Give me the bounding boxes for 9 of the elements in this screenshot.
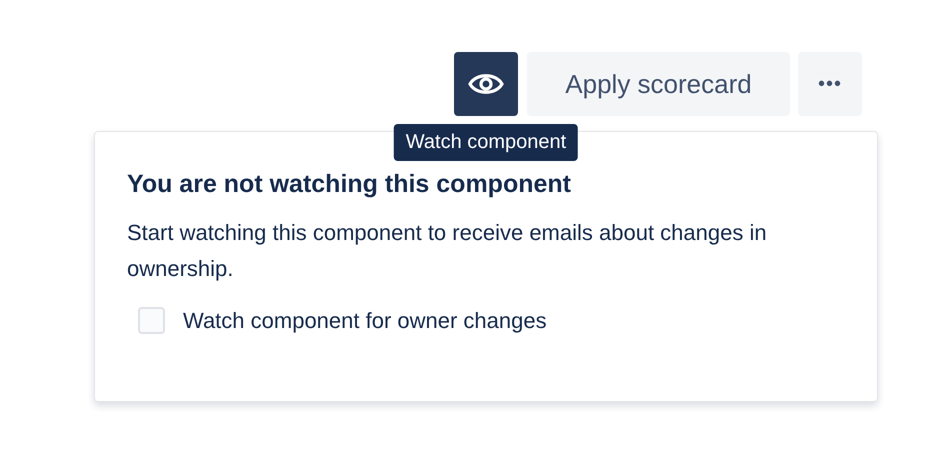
tooltip: Watch component	[394, 124, 578, 161]
watch-button[interactable]	[454, 52, 518, 116]
checkbox-label: Watch component for owner changes	[183, 308, 547, 334]
popup-description: Start watching this component to receive emails about changes in ownership.	[127, 219, 768, 283]
checkbox[interactable]	[138, 307, 165, 334]
more-button[interactable]: •••	[798, 52, 862, 116]
eye-icon	[468, 71, 504, 97]
popup-title: You are not watching this component	[127, 170, 572, 199]
apply-scorecard-button[interactable]: Apply scorecard	[527, 52, 790, 116]
